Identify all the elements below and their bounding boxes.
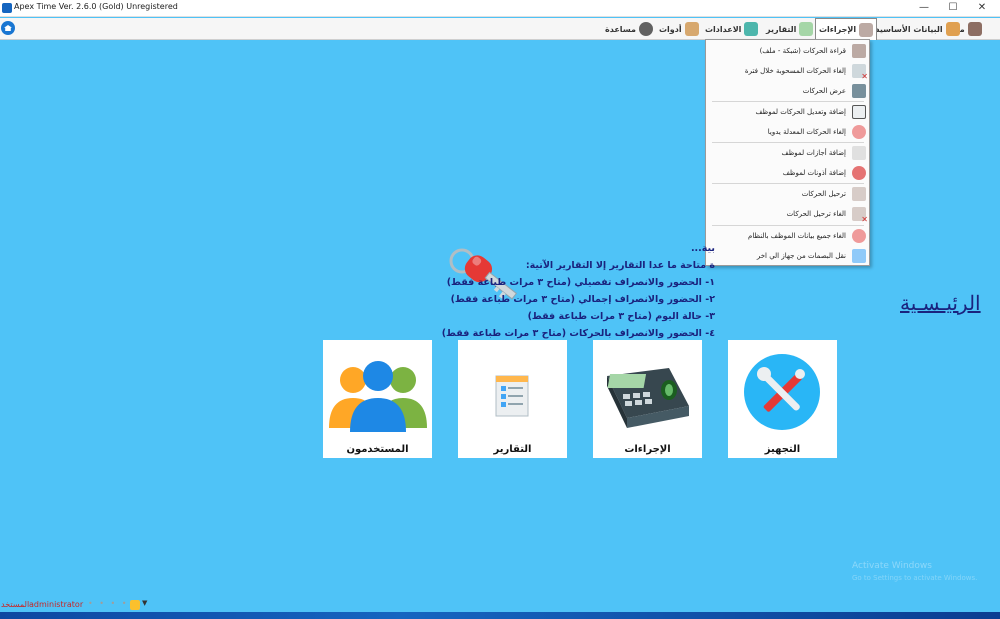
minimize-button[interactable]: — bbox=[910, 0, 938, 17]
dd-cancel-pulled[interactable]: إلغاء الحركات المسحوبة خلال فترة bbox=[706, 61, 869, 81]
menu-tools-label: أدوات bbox=[659, 24, 682, 34]
monitor-icon bbox=[852, 84, 866, 98]
document-icon bbox=[799, 22, 814, 36]
status-username: administrator bbox=[29, 600, 84, 609]
procedures-dropdown: قراءة الحركات (شبكة - ملف) إلغاء الحركات… bbox=[705, 39, 870, 266]
app-icon bbox=[2, 3, 12, 13]
menu-basic-data-label: البيانات الأساسية bbox=[875, 24, 943, 34]
read-file-icon bbox=[852, 44, 866, 58]
tile-procedures[interactable]: الإجراءات bbox=[593, 340, 702, 458]
menu-basic-data[interactable]: البيانات الأساسية bbox=[872, 18, 963, 40]
dd-delete-employee-data[interactable]: الغاء جميع بيانات الموظف بالنظام bbox=[706, 226, 869, 246]
cancel-icon bbox=[852, 64, 868, 81]
home-icon[interactable] bbox=[1, 21, 15, 35]
tile-reports-label: التقارير bbox=[493, 444, 532, 455]
tile-reports[interactable]: التقارير bbox=[458, 340, 567, 458]
dd-add-vacations[interactable]: إضافة أجازات لموظف bbox=[706, 143, 869, 163]
network-icon bbox=[852, 249, 866, 263]
windows-watermark-sub: Go to Settings to activate Windows. bbox=[852, 574, 978, 582]
close-button[interactable]: ✕ bbox=[968, 0, 996, 17]
title-bar: Apex Time Ver. 2.6.0 (Gold) Unregistered… bbox=[0, 0, 1000, 17]
trial-info: بية... ة متاحة ما عدا التقارير إلا التقا… bbox=[442, 240, 715, 342]
tools-icon bbox=[744, 22, 759, 36]
menu-settings[interactable]: الاعدادات bbox=[702, 18, 761, 40]
user-permission-icon bbox=[852, 166, 866, 180]
calendar-icon bbox=[852, 146, 866, 160]
windows-watermark: Activate Windows bbox=[852, 561, 932, 571]
post-icon bbox=[852, 187, 866, 201]
tile-procedures-label: الإجراءات bbox=[624, 444, 671, 455]
menu-help-label: مساعدة bbox=[605, 24, 636, 34]
users-icon bbox=[329, 361, 427, 432]
package-icon bbox=[684, 22, 699, 36]
dd-unpost-transactions[interactable]: الغاء ترحيل الحركات bbox=[706, 204, 869, 224]
dd-transfer-fingerprints[interactable]: نقل البصمات من جهاز الي اخر bbox=[706, 246, 869, 266]
gear-icon bbox=[638, 22, 653, 36]
menu-procedures-label: الإجراءات bbox=[819, 25, 857, 34]
dd-post-transactions[interactable]: ترحيل الحركات bbox=[706, 184, 869, 204]
tile-setup[interactable]: التجهيز bbox=[728, 340, 837, 458]
delete-icon bbox=[852, 229, 866, 243]
menu-help[interactable]: مساعدة bbox=[602, 18, 656, 40]
tile-setup-label: التجهيز bbox=[764, 444, 801, 455]
window-title: Apex Time Ver. 2.6.0 (Gold) Unregistered bbox=[14, 2, 178, 11]
box-icon bbox=[967, 22, 982, 36]
info-line: بية... bbox=[690, 243, 715, 254]
report-icon bbox=[495, 375, 529, 417]
menu-tools[interactable]: أدوات bbox=[656, 18, 702, 40]
tile-users[interactable]: المستخدمون bbox=[323, 340, 432, 458]
dd-cancel-manual[interactable]: إلغاء الحركات المعدلة يدويا bbox=[706, 122, 869, 142]
tile-users-label: المستخدمون bbox=[346, 444, 409, 455]
fingerprint-device-icon bbox=[607, 368, 689, 428]
dd-add-permissions[interactable]: إضافة أذونات لموظف bbox=[706, 163, 869, 183]
delete-icon bbox=[852, 125, 866, 139]
menu-procedures[interactable]: الإجراءات bbox=[815, 18, 878, 40]
tools-icon bbox=[744, 354, 820, 430]
status-bar: المستخد administrator • • • • • ▼ bbox=[0, 598, 160, 612]
status-arrow-icon[interactable]: ▼ bbox=[142, 599, 147, 607]
menu-bar: ملف البيانات الأساسية الإجراءات التقارير… bbox=[0, 18, 1000, 40]
info-line: ة متاحة ما عدا التقارير إلا التقارير الآ… bbox=[525, 260, 715, 271]
menu-settings-label: الاعدادات bbox=[705, 24, 742, 34]
status-icon bbox=[130, 600, 140, 610]
menu-reports-label: التقارير bbox=[766, 24, 797, 34]
edit-icon bbox=[852, 105, 866, 119]
dd-view-transactions[interactable]: عرض الحركات bbox=[706, 81, 869, 101]
dd-read-transactions[interactable]: قراءة الحركات (شبكة - ملف) bbox=[706, 41, 869, 61]
clipboard-icon bbox=[859, 22, 874, 37]
folder-icon bbox=[945, 22, 960, 36]
menu-reports[interactable]: التقارير bbox=[763, 18, 816, 40]
maximize-button[interactable]: ☐ bbox=[939, 0, 967, 17]
home-link[interactable]: الرئيـسـية bbox=[900, 291, 981, 315]
status-label: المستخد bbox=[1, 600, 30, 609]
info-line: ١- الحضور والانصراف تفصيلي (متاح ٣ مرات … bbox=[446, 277, 715, 288]
taskbar-strip bbox=[0, 612, 1000, 619]
unpost-icon bbox=[852, 207, 868, 224]
dd-add-edit-transactions[interactable]: إضافة وتعديل الحركات لموظف bbox=[706, 102, 869, 122]
info-line: ٢- الحضور والانصراف إجمالي (متاح ٣ مرات … bbox=[450, 294, 715, 305]
info-line: ٣- حالة اليوم (متاح ٣ مرات طباعة فقط) bbox=[527, 311, 715, 322]
